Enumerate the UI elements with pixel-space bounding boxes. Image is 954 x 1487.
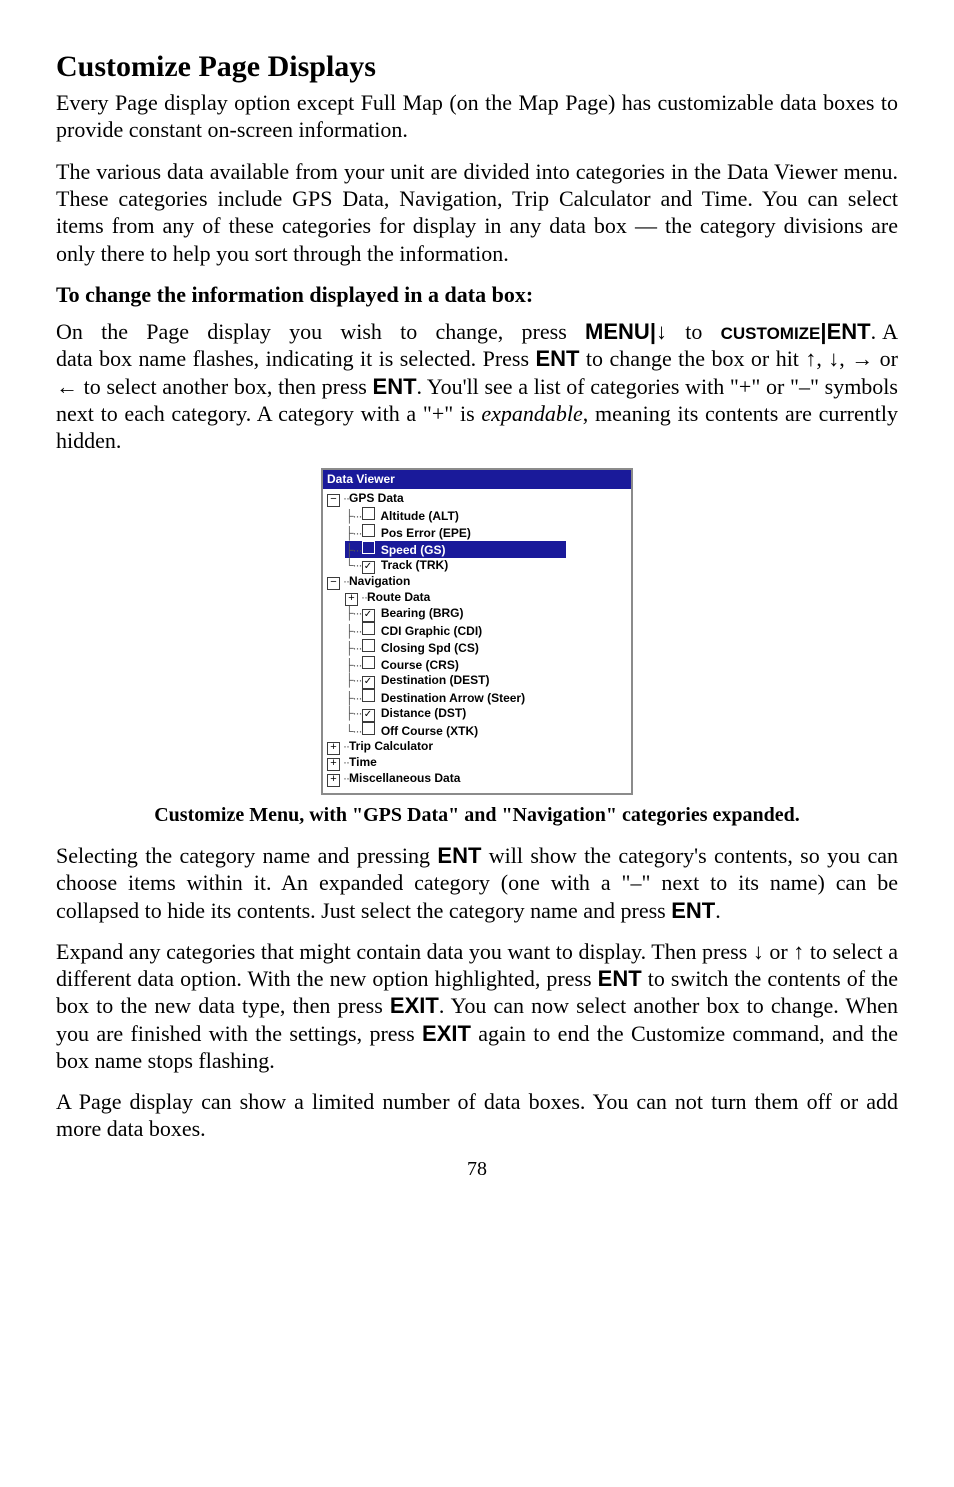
expand-icon: + — [327, 742, 340, 755]
down-arrow-icon: ↓ — [656, 319, 667, 344]
page-title: Customize Page Displays — [56, 48, 898, 85]
tree-label: Speed (GS) — [381, 543, 446, 557]
text: . — [715, 898, 721, 923]
expand-icon: + — [327, 774, 340, 787]
tree-item-track: └···✓ Track (TRK) — [325, 558, 629, 574]
emphasis: expandable — [481, 401, 582, 426]
tree-label: Bearing (BRG) — [381, 606, 464, 620]
checkbox-icon — [362, 656, 375, 669]
paragraph: The various data available from your uni… — [56, 158, 898, 267]
text: Selecting the category name and pressing — [56, 843, 437, 868]
key-menu: MENU — [585, 319, 650, 344]
checkbox-icon — [362, 689, 375, 702]
key-ent: ENT — [598, 966, 642, 991]
figure-caption: Customize Menu, with "GPS Data" and "Nav… — [56, 803, 898, 828]
tree-item-off-course: └··· Off Course (XTK) — [325, 722, 629, 739]
figure: Data Viewer −··GPS Data ├··· Altitude (A… — [56, 468, 898, 795]
key-ent: ENT — [437, 843, 481, 868]
tree-label: Pos Error (EPE) — [381, 526, 471, 540]
tree-item-distance: ├···✓ Distance (DST) — [325, 706, 629, 722]
checkbox-checked-icon: ✓ — [362, 609, 375, 622]
tree-label: Altitude (ALT) — [380, 509, 458, 523]
expand-icon: + — [345, 593, 358, 606]
tree-label: Distance (DST) — [381, 706, 466, 720]
collapse-icon: − — [327, 494, 340, 507]
text: to — [667, 319, 721, 344]
key-exit: EXIT — [390, 993, 439, 1018]
tree-label: Miscellaneous Data — [349, 771, 460, 785]
window-title: Data Viewer — [323, 470, 631, 489]
expand-icon: + — [327, 758, 340, 771]
tree-view: −··GPS Data ├··· Altitude (ALT) ├··· Pos… — [323, 489, 631, 793]
collapse-icon: − — [327, 577, 340, 590]
checkbox-checked-icon: ✓ — [362, 676, 375, 689]
checkbox-icon — [362, 507, 375, 520]
key-ent: ENT — [535, 346, 579, 371]
tree-label: Trip Calculator — [349, 739, 433, 753]
text: On the Page display you wish to change, … — [56, 319, 585, 344]
checkbox-icon — [362, 639, 375, 652]
tree-label: Closing Spd (CS) — [381, 641, 479, 655]
tree-label: Track (TRK) — [381, 558, 448, 572]
tree-item-misc: +··Miscellaneous Data — [325, 771, 629, 787]
data-viewer-window: Data Viewer −··GPS Data ├··· Altitude (A… — [321, 468, 633, 795]
tree-item-route-data: +··Route Data — [325, 590, 629, 606]
tree-item-closing-speed: ├··· Closing Spd (CS) — [325, 639, 629, 656]
tree-label: GPS Data — [349, 491, 404, 505]
paragraph: Expand any categories that might contain… — [56, 938, 898, 1074]
tree-item-time: +··Time — [325, 755, 629, 771]
key-customize: CUSTOMIZE — [721, 324, 821, 343]
paragraph: Every Page display option except Full Ma… — [56, 89, 898, 144]
tree-label: CDI Graphic (CDI) — [381, 624, 482, 638]
subheading: To change the information displayed in a… — [56, 281, 898, 308]
key-ent: ENT — [373, 374, 417, 399]
tree-item-navigation: −··Navigation — [325, 574, 629, 590]
tree-label: Destination Arrow (Steer) — [381, 691, 525, 705]
tree-item-pos-error: ├··· Pos Error (EPE) — [325, 524, 629, 541]
tree-label: Destination (DEST) — [381, 673, 490, 687]
tree-item-bearing: ├···✓ Bearing (BRG) — [325, 606, 629, 622]
checkbox-checked-icon: ✓ — [362, 561, 375, 574]
checkbox-icon — [362, 722, 375, 735]
key-ent: ENT — [827, 319, 871, 344]
tree-item-destination: ├···✓ Destination (DEST) — [325, 673, 629, 689]
checkbox-icon — [362, 541, 375, 554]
tree-label: Route Data — [367, 590, 430, 604]
key-exit: EXIT — [422, 1021, 471, 1046]
tree-item-speed: ├··· Speed (GS) — [325, 541, 629, 558]
tree-item-cdi: ├··· CDI Graphic (CDI) — [325, 622, 629, 639]
tree-item-trip-calculator: +··Trip Calculator — [325, 739, 629, 755]
tree-label: Navigation — [349, 574, 410, 588]
page-number: 78 — [56, 1157, 898, 1182]
tree-label: Time — [349, 755, 377, 769]
checkbox-icon — [362, 524, 375, 537]
checkbox-icon — [362, 622, 375, 635]
tree-label: Off Course (XTK) — [381, 724, 478, 738]
tree-item-course: ├··· Course (CRS) — [325, 656, 629, 673]
checkbox-checked-icon: ✓ — [362, 709, 375, 722]
paragraph: Selecting the category name and pressing… — [56, 842, 898, 924]
key-ent: ENT — [671, 898, 715, 923]
tree-label: Course (CRS) — [381, 658, 459, 672]
paragraph: A Page display can show a limited number… — [56, 1088, 898, 1143]
tree-item-gps: −··GPS Data — [325, 491, 629, 507]
tree-item-altitude: ├··· Altitude (ALT) — [325, 507, 629, 524]
tree-item-dest-arrow: ├··· Destination Arrow (Steer) — [325, 689, 629, 706]
paragraph: On the Page display you wish to change, … — [56, 318, 898, 454]
